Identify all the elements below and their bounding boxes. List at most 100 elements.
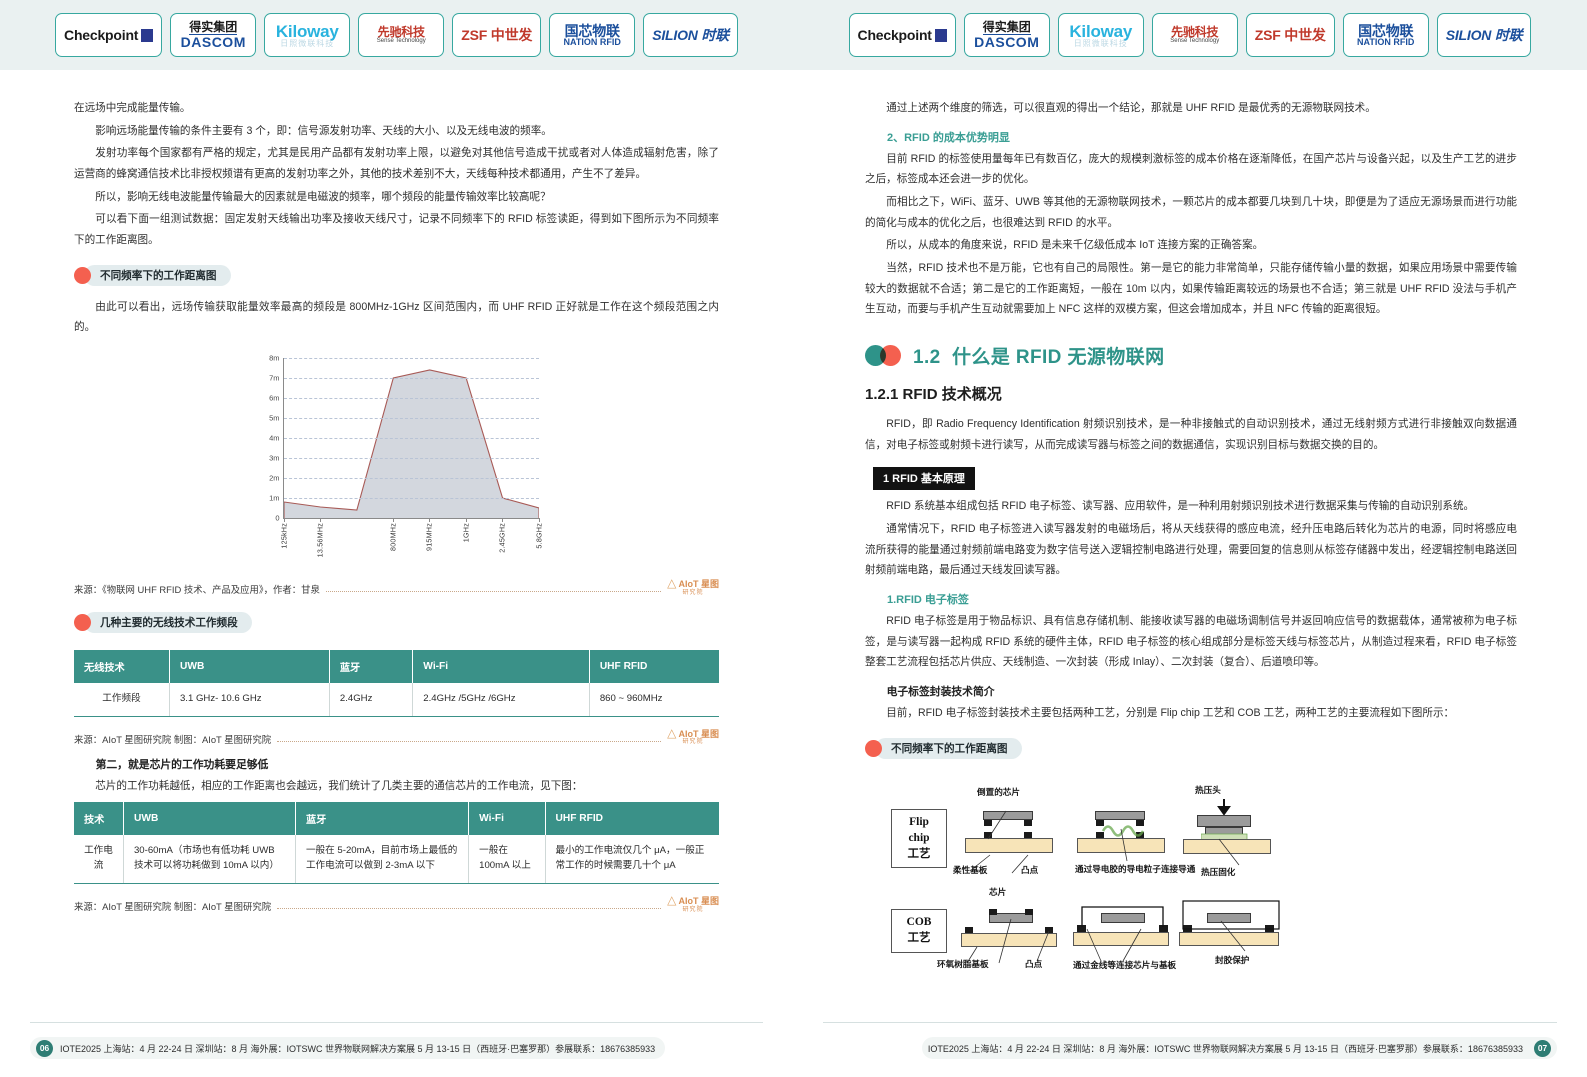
table-cell: 工作频段 [74,682,170,717]
paragraph: 所以，影响无线电波能量传输最大的因素就是电磁波的频率，哪个频段的能量传输效率比较… [95,190,551,203]
chart-x-tick [429,517,431,522]
diagram-label-cob: COB 工艺 [891,909,947,953]
chart-x-tick-label: 2.45GHz [497,522,507,553]
chart-source-text: 来源：《物联网 UHF RFID 技术、产品及应用》，作者：甘泉 [74,583,320,595]
table-cell: 一般在 100mA 以上 [468,835,546,884]
page-number: 07 [1534,1039,1551,1057]
paragraph: 芯片的工作功耗越低，相应的工作距离也会越远，我们统计了几类主要的通信芯片的工作电… [95,779,583,792]
logo-nation-sub: NATION RFID [563,36,621,47]
logo-kiloway-sub: 日照微联科技 [280,38,335,48]
paragraph: 由此可以看出，远场传输获取能量效率最高的频段是 800MHz-1GHz 区间范围… [74,300,719,334]
pill-heading-working-distance: 不同频率下的工作距离图 [74,265,231,287]
logo-sense-text: 先驰科技 [377,25,425,39]
pill-heading-label: 几种主要的无线技术工作频段 [84,612,252,634]
table-col-header: Wi-Fi [468,802,546,836]
logo-kiloway-sub: 日照微联科技 [1073,38,1128,48]
bold-heading-packaging: 电子标签封装技术简介 [886,685,995,698]
table-col-header: Wi-Fi [412,649,590,683]
section-title: 什么是 RFID 无源物联网 [951,346,1165,368]
chart-gridline [283,357,539,359]
chart-x-tick-label: 1GHz [461,522,471,543]
footer-pill: IOTE2025 上海站：4 月 22-24 日 深圳站：8 月 海外展：IOT… [921,1037,1557,1059]
frequency-distance-chart: 0 1m 2m 3m 4m 5m 6m 7m 8m 125kHz 13.56MHz 800MHz 915… [247,352,547,567]
chart-y-tick-label: 3m [269,453,280,463]
logo-sense-technology: 先驰科技 Sense Technology [358,13,445,57]
chart-gridline [283,497,539,499]
logo-nation-rfid: 国芯物联 NATION RFID [549,13,636,57]
paragraph: RFID 电子标签是用于物品标识、具有信息存储机制、能接收读写器的电磁场调制信号… [865,614,1517,669]
red-dot-icon [74,267,91,285]
logo-dascom-cn: 得实集团 [982,20,1031,35]
table-col-header: 技术 [74,802,124,836]
chart-y-tick-label: 2m [269,473,280,483]
logo-silion-text: SILION 时联 [652,27,729,43]
table1-source-line: 来源：AIoT 星图研究院 制图：AIoT 星图研究院 △ AIoT 星图 研究… [74,725,719,746]
table-col-header: 蓝牙 [329,649,414,683]
table-col-header: 无线技术 [74,649,170,683]
logo-sense-sub: Sense Technology [376,38,426,44]
black-badge-rfid-principle: 1 RFID 基本原理 [873,467,975,491]
chart-y-tick-label: 8m [269,353,280,363]
table-header-row: 技术 UWB 蓝牙 Wi-Fi UHF RFID [74,802,719,836]
pill-heading-label: 不同频率下的工作距离图 [84,265,231,287]
packaging-process-diagram: Flip chip 工艺 COB 工艺 倒置的芯片 柔性基板 凸点 通过导电胶的… [865,775,1517,980]
chart-gridline [283,477,539,479]
footer-left: 06 IOTE2025 上海站：4 月 22-24 日 深圳站：8 月 海外展：… [0,1022,793,1077]
chart-x-tick [502,517,504,522]
section-heading-1-2: 1.2 什么是 RFID 无源物联网 [865,342,1517,369]
diagram-leader-lines [1218,839,1240,866]
table-cell: 860 ~ 960MHz [589,682,719,717]
table2-source-line: 来源：AIoT 星图研究院 制图：AIoT 星图研究院 △ AIoT 星图 研究… [74,894,719,913]
logo-zsf-text: ZSF 中世发 [461,27,533,43]
paragraph: 目前，RFID 电子标签封装技术主要包括两种工艺，分别是 Flip chip 工… [886,706,1455,719]
paragraph: RFID，即 Radio Frequency Identification 射频… [865,417,1517,451]
pill-heading-wireless-bands: 几种主要的无线技术工作频段 [74,612,252,634]
logo-sense-technology: 先驰科技 Sense Technology [1151,13,1238,57]
table-cell: 最小的工作电流仅几个 μA，一般正常工作的时候需要几十个 μA [545,835,719,884]
teal-heading-rfid-tag: 1.RFID 电子标签 [887,593,969,606]
footer-right: IOTE2025 上海站：4 月 22-24 日 深圳站：8 月 海外展：IOT… [793,1022,1587,1077]
chart-x-tick [319,517,321,522]
diagram-leader-lines [966,919,1050,964]
dotted-rule [277,740,662,742]
paragraph: 当然，RFID 技术也不是万能，它也有自己的局限性。第一是它的能力非常简单，只能… [865,261,1517,316]
table-col-header: UWB [123,802,296,836]
chart-y-tick-label: 7m [269,373,280,383]
chart-x-tick-label: 13.56MHz [315,522,325,558]
chart-x-tick [283,517,285,522]
logo-silion: SILION 时联 [643,13,738,57]
paragraph: 而相比之下，WiFi、蓝牙、UWB 等其他的无源物联网技术，一颗芯片的成本都要几… [865,195,1517,229]
two-page-spread: Checkpoint 得实集团 DASCOM Kiloway 日照微联科技 先驰… [0,0,1587,1077]
footer-row: 06 IOTE2025 上海站：4 月 22-24 日 深圳站：8 月 海外展：… [30,1037,763,1059]
table-cell: 2.4GHz /5GHz /6GHz [412,682,590,717]
down-arrow-icon [1217,799,1231,816]
diagram-leader-lines [1220,921,1246,952]
logo-checkpoint-text: Checkpoint [857,27,932,43]
logo-checkpoint: Checkpoint [848,13,956,57]
page-number: 06 [36,1039,53,1057]
chart-source-line: 来源：《物联网 UHF RFID 技术、产品及应用》，作者：甘泉 △ AIoT … [74,577,719,596]
logo-zsf: ZSF 中世发 [1245,13,1335,57]
logo-dascom-text: DASCOM [180,34,246,50]
table-header-row: 无线技术 UWB 蓝牙 Wi-Fi UHF RFID [74,649,719,683]
diagram-leader-lines [1120,829,1128,862]
table-cell: 工作电流 [74,835,124,884]
sponsor-logo-band-left: Checkpoint 得实集团 DASCOM Kiloway 日照微联科技 先驰… [0,0,793,70]
logo-nation-sub: NATION RFID [1357,36,1415,47]
chart-y-tick-label: 5m [269,413,280,423]
chart-area-fill [283,369,539,518]
chart-gridline [283,437,539,439]
logo-silion: SILION 时联 [1436,13,1532,57]
paragraph: RFID 系统基本组成包括 RFID 电子标签、读写器、应用软件，是一种利用射频… [886,500,1475,513]
footer-text: IOTE2025 上海站：4 月 22-24 日 深圳站：8 月 海外展：IOT… [927,1043,1523,1054]
logo-nation-text: 国芯物联 [564,22,620,39]
subsection-heading-1-2-1: 1.2.1 RFID 技术概况 [865,385,1002,403]
chart-y-tick-label: 6m [269,393,280,403]
checkpoint-flag-icon [141,29,154,42]
aiot-logo: △ AIoT 星图 研究院 [667,725,719,746]
diagram-text: 封胶保护 [1215,955,1250,966]
diagram-text: 倒置的芯片 [977,787,1020,798]
aiot-logo: △ AIoT 星图 研究院 [667,575,719,596]
chart-x-tick [392,517,394,522]
diagram-text: 通过导电胶的导电粒子连接导通 [1075,864,1196,875]
